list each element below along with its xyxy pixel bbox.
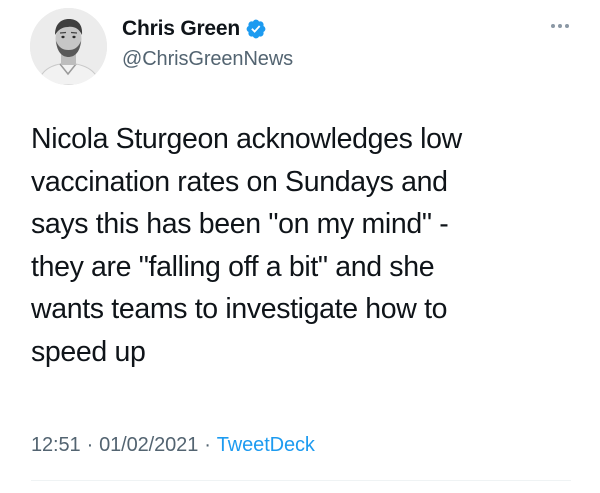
avatar-photo-icon	[30, 8, 107, 85]
author-name-row: Chris Green	[122, 14, 293, 44]
divider	[31, 480, 571, 481]
tweet-date[interactable]: 01/02/2021	[99, 434, 198, 456]
tweet-text-line: Nicola Sturgeon acknowledges low	[31, 123, 462, 155]
meta-separator: ·	[204, 434, 211, 456]
tweet-text-line: wants teams to investigate how to	[31, 293, 448, 326]
more-dot	[551, 24, 555, 28]
author-display-name[interactable]: Chris Green	[122, 17, 240, 41]
more-dot	[558, 24, 562, 28]
tweet-text-line: they are "falling off a bit" and she	[31, 250, 435, 283]
tweet-text: Nicola Sturgeon acknowledges low vaccina…	[31, 118, 576, 374]
verified-badge-icon	[245, 18, 267, 40]
more-dot	[565, 24, 569, 28]
tweet-text-line: says this has been "on my mind" -	[31, 208, 449, 241]
author-avatar[interactable]	[30, 8, 107, 85]
tweet-time[interactable]: 12:51	[31, 434, 81, 456]
tweet-card: Chris Green @ChrisGreenNews Nicola Sturg…	[0, 0, 600, 493]
author-handle[interactable]: @ChrisGreenNews	[122, 48, 293, 71]
author-block: Chris Green @ChrisGreenNews	[122, 14, 293, 71]
more-options-button[interactable]	[545, 16, 575, 36]
tweet-source-link[interactable]: TweetDeck	[217, 434, 315, 456]
tweet-text-line: vaccination rates on Sundays and	[31, 165, 448, 198]
tweet-metadata: 12:51 · 01/02/2021 · TweetDeck	[31, 434, 315, 457]
meta-separator: ·	[86, 434, 94, 456]
tweet-text-line: speed up	[31, 335, 146, 368]
